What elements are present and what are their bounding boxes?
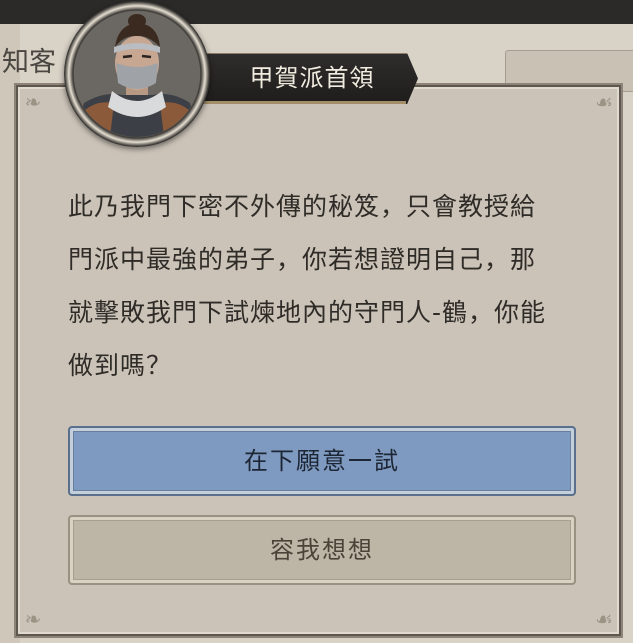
message-line: 就擊敗我門下試煉地內的守門人-鶴，你能 <box>68 298 547 327</box>
dialog-message: 此乃我門下密不外傳的秘笈，只會教授給 門派中最強的弟子，你若想證明自己，那 就擊… <box>68 180 568 392</box>
accept-button[interactable]: 在下願意一試 <box>68 426 576 496</box>
decline-button[interactable]: 容我想想 <box>68 515 576 585</box>
corner-ornament-icon: ❧ <box>24 607 42 631</box>
corner-ornament-icon: ❧ <box>24 90 42 114</box>
banner-trim <box>200 101 406 104</box>
avatar <box>74 11 200 137</box>
message-line: 此乃我門下密不外傳的秘笈，只會教授給 <box>68 192 537 221</box>
corner-ornament-icon: ☙ <box>595 607 613 631</box>
speaker-name: 甲賀派首領 <box>249 64 375 92</box>
ninja-portrait-icon <box>74 11 200 137</box>
message-line: 做到嗎？ <box>68 351 173 380</box>
accept-button-label: 在下願意一試 <box>244 447 400 475</box>
corner-ornament-icon: ☙ <box>595 90 613 114</box>
decline-button-label: 容我想想 <box>270 536 374 564</box>
background-label: 知客 <box>2 47 56 78</box>
message-line: 門派中最強的弟子，你若想證明自己，那 <box>68 245 537 274</box>
